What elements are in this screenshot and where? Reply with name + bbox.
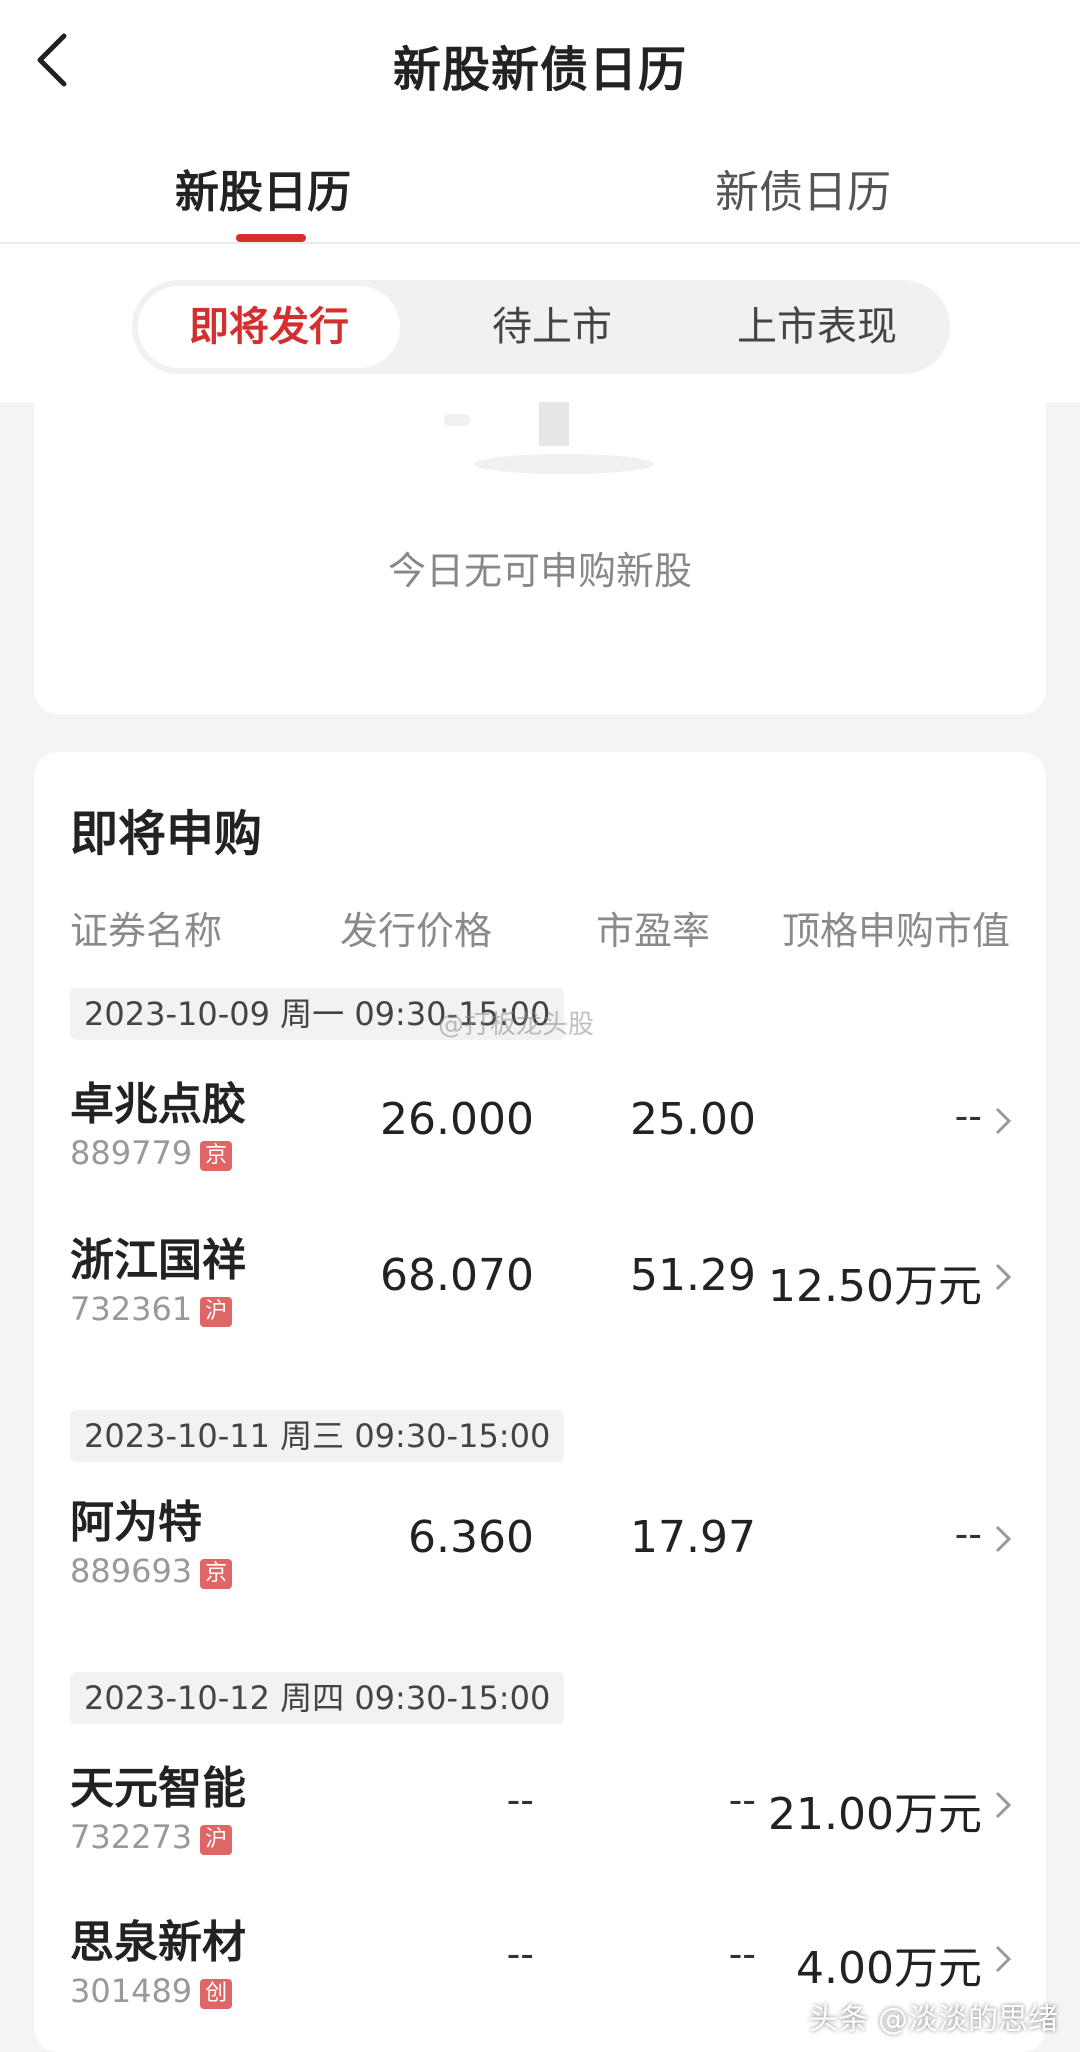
stock-code: 889779 京 [70,1134,233,1172]
segment-control: 即将发行 待上市 上市表现 [132,280,950,374]
stock-code: 732361 沪 [70,1290,233,1328]
date-chip: 2023-10-11 周三 09:30-15:00 [70,1410,565,1462]
stock-code-text: 732361 [70,1290,193,1328]
market-badge: 创 [200,1979,233,2009]
chevron-right-icon [995,1791,1012,1819]
stock-code: 732273 沪 [70,1818,233,1856]
issue-price: -- [506,1778,534,1822]
section-title: 即将申购 [70,806,263,862]
page-title: 新股新债日历 [392,42,687,98]
stock-code-text: 889779 [70,1134,193,1172]
market-value: 21.00万元 [768,1789,982,1840]
stock-name: 浙江国祥 [70,1235,246,1286]
chevron-right-icon [995,1945,1012,1973]
issue-price: 6.360 [408,1512,534,1563]
market-value: 12.50万元 [768,1261,982,1312]
chevron-right-icon [995,1263,1012,1291]
segment-upcoming-issue[interactable]: 即将发行 [138,286,400,368]
stock-row[interactable]: 天元智能 732273 沪 -- -- 21.00万元 [34,1752,1046,1892]
column-header-price: 发行价格 [340,909,493,953]
upcoming-subscription-card: 即将申购 证券名称 发行价格 市盈率 顶格申购市值 2023-10-09 周一 … [34,752,1046,2052]
column-header-name: 证券名称 [70,909,223,953]
top-bar: 新股新债日历 [0,0,1080,130]
market-value: -- [954,1512,982,1556]
stock-code-text: 301489 [70,1972,193,2010]
stock-name: 思泉新材 [70,1917,246,1968]
market-badge: 京 [200,1141,233,1171]
stock-code: 301489 创 [70,1972,233,2010]
empty-state-text: 今日无可申购新股 [387,549,692,593]
pe-ratio: 17.97 [630,1512,756,1563]
stock-name: 卓兆点胶 [70,1079,246,1130]
stock-code-text: 732273 [70,1818,193,1856]
pe-ratio: 25.00 [630,1094,756,1145]
issue-price: -- [506,1932,534,1976]
stock-row[interactable]: 阿为特 889693 京 6.360 17.97 -- [34,1486,1046,1626]
pe-ratio: -- [728,1778,756,1822]
stock-row[interactable]: 浙江国祥 732361 沪 68.070 51.29 12.50万元 [34,1224,1046,1364]
market-badge: 沪 [200,1825,233,1855]
market-value: -- [954,1094,982,1138]
chevron-right-icon [995,1525,1012,1553]
stock-row[interactable]: 卓兆点胶 889779 京 26.000 25.00 -- [34,1068,1046,1208]
watermark-text: @打板龙头股 [438,1010,595,1040]
chevron-right-icon [995,1107,1012,1135]
empty-state-card: 今日无可申购新股 [34,402,1046,714]
issue-price: 26.000 [380,1094,534,1145]
market-badge: 沪 [200,1297,233,1327]
primary-tabs: 新股日历 新债日历 [0,130,1080,244]
stock-code-text: 889693 [70,1552,193,1590]
segment-area: 即将发行 待上市 上市表现 [0,244,1080,402]
segment-listing-performance[interactable]: 上市表现 [692,280,942,374]
stock-code: 889693 京 [70,1552,233,1590]
issue-price: 68.070 [380,1250,534,1301]
stock-name: 天元智能 [70,1763,246,1814]
segment-pending-listing[interactable]: 待上市 [422,280,682,374]
column-header-market-value: 顶格申购市值 [781,909,1010,953]
footer-watermark: 头条 @淡淡的思绪 [808,2002,1058,2037]
tab-new-stock-calendar[interactable]: 新股日历 [175,156,351,220]
pe-ratio: -- [728,1932,756,1976]
date-chip: 2023-10-12 周四 09:30-15:00 [70,1672,565,1724]
empty-illustration-icon [444,402,654,474]
pe-ratio: 51.29 [630,1250,756,1301]
market-badge: 京 [200,1559,233,1589]
stock-name: 阿为特 [70,1497,202,1548]
column-header-pe: 市盈率 [596,909,711,953]
tab-new-bond-calendar[interactable]: 新债日历 [715,156,891,220]
market-value: 4.00万元 [796,1943,982,1994]
active-tab-indicator [236,234,306,242]
